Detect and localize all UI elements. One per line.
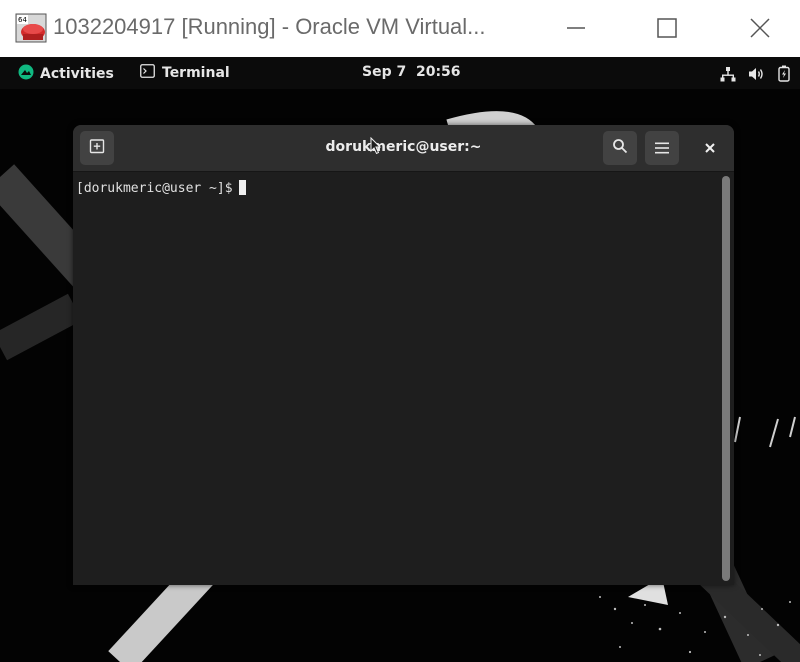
activities-label: Activities: [40, 66, 114, 82]
activities-button[interactable]: Activities: [18, 64, 114, 84]
volume-icon: [748, 66, 766, 86]
battery-icon: [778, 65, 790, 86]
maximize-button[interactable]: [644, 6, 690, 50]
network-icon: [720, 66, 736, 86]
text-cursor: [238, 180, 246, 195]
host-window-titlebar: 64 1032204917 [Running] - Oracle VM Virt…: [0, 0, 800, 58]
terminal-app-icon: [140, 64, 155, 82]
maximize-icon: [656, 17, 678, 39]
rocky-logo-icon: [18, 64, 34, 84]
search-icon: [612, 138, 628, 158]
app-menu-label: Terminal: [162, 65, 230, 81]
menu-button[interactable]: [645, 131, 679, 165]
search-button[interactable]: [603, 131, 637, 165]
scrollbar[interactable]: [722, 176, 730, 581]
close-icon: [749, 17, 771, 39]
close-icon: [704, 139, 716, 158]
svg-text:64: 64: [18, 16, 27, 24]
terminal-headerbar[interactable]: dorukmeric@user:~: [73, 125, 734, 172]
hamburger-menu-icon: [655, 139, 669, 158]
shell-prompt: [dorukmeric@user ~]$: [76, 181, 233, 196]
gnome-top-bar: Activities Terminal Sep 7 20:56: [0, 57, 800, 89]
terminal-close-button[interactable]: [693, 131, 727, 165]
terminal-body[interactable]: [dorukmeric@user ~]$: [73, 172, 734, 585]
minimize-icon: [566, 18, 586, 38]
app-menu-terminal[interactable]: Terminal: [140, 64, 230, 82]
prompt-line: [dorukmeric@user ~]$: [76, 180, 246, 196]
terminal-window: dorukmeric@user:~ [dorukmeric@user ~]$: [73, 125, 734, 585]
minimize-button[interactable]: [553, 6, 599, 50]
clock[interactable]: Sep 7 20:56: [362, 64, 461, 80]
virtualbox-icon: 64: [14, 12, 48, 44]
guest-screen: Activities Terminal Sep 7 20:56 dorukmer…: [0, 57, 800, 662]
mouse-pointer-icon: [370, 136, 382, 159]
host-close-button[interactable]: [737, 6, 783, 50]
system-tray[interactable]: [720, 65, 790, 86]
host-window-title: 1032204917 [Running] - Oracle VM Virtual…: [53, 14, 486, 39]
